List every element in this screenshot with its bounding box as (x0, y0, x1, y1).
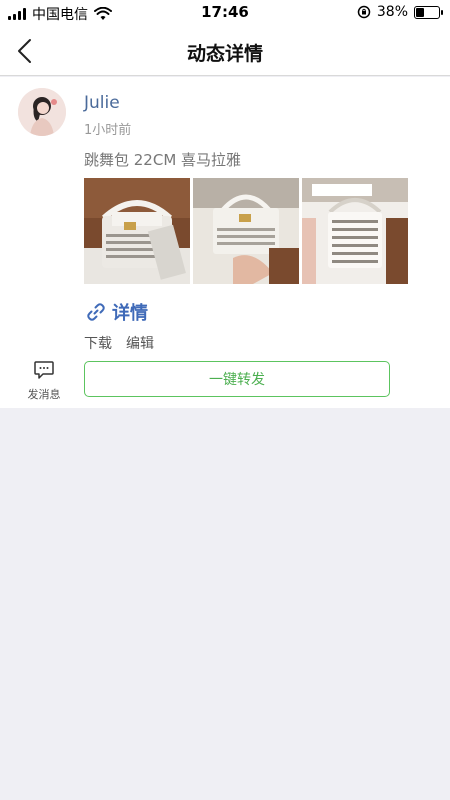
avatar[interactable] (18, 88, 66, 136)
nav-bar: 动态详情 (0, 26, 450, 76)
message-label: 发消息 (27, 388, 61, 401)
detail-link-label: 详情 (112, 303, 148, 324)
forward-button[interactable]: 一键转发 (84, 361, 390, 397)
status-right: 38% (357, 4, 443, 20)
post-actions: 下载 编辑 (84, 333, 154, 353)
avatar-image (18, 88, 66, 136)
download-button[interactable]: 下载 (84, 333, 112, 353)
battery-level (416, 7, 424, 17)
photo-grid (84, 178, 408, 284)
username[interactable]: Julie (84, 93, 120, 113)
photo-thumbnail[interactable] (302, 178, 408, 284)
post-card: Julie 1小时前 跳舞包 22CM 喜马拉雅 详情 下载 编辑 发消息 一键… (0, 77, 450, 408)
chat-icon (34, 361, 54, 379)
post-time: 1小时前 (84, 123, 132, 138)
battery-icon (414, 5, 443, 19)
page-title: 动态详情 (186, 43, 263, 65)
edit-button[interactable]: 编辑 (126, 333, 154, 353)
link-icon (87, 303, 105, 321)
status-bar: 中国电信 17:46 38% (0, 0, 450, 26)
battery-percent: 38% (376, 4, 408, 20)
orientation-lock-icon (357, 5, 371, 19)
photo-thumbnail[interactable] (84, 178, 190, 284)
photo-thumbnail[interactable] (193, 178, 299, 284)
post-text: 跳舞包 22CM 喜马拉雅 (84, 151, 242, 169)
detail-link[interactable]: 详情 (86, 299, 148, 325)
message-button[interactable]: 发消息 (22, 360, 66, 402)
